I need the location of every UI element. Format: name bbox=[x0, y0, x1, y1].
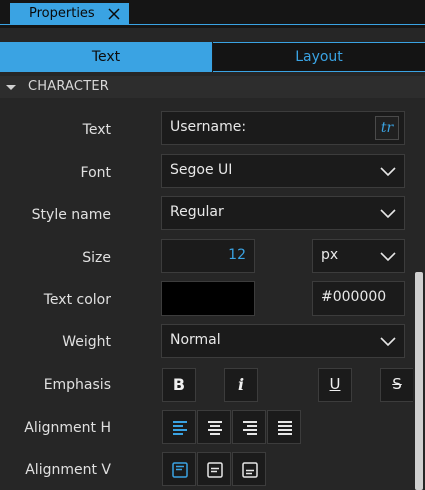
tab-text[interactable]: Text bbox=[0, 42, 212, 72]
strikethrough-glyph: S bbox=[392, 375, 402, 393]
character-section-header[interactable]: CHARACTER bbox=[0, 76, 425, 98]
style-name-label: Style name bbox=[31, 207, 111, 223]
text-label: Text bbox=[82, 122, 111, 138]
align-justify-button[interactable] bbox=[267, 410, 301, 444]
close-icon[interactable] bbox=[107, 7, 121, 21]
valign-middle-button[interactable] bbox=[197, 452, 231, 486]
weight-dropdown[interactable]: Normal bbox=[161, 324, 405, 358]
weight-value: Normal bbox=[170, 332, 221, 348]
properties-panel: Properties Text Layout CHARACTER Text Us… bbox=[0, 0, 425, 490]
style-name-dropdown[interactable]: Regular bbox=[161, 196, 405, 230]
valign-bottom-icon bbox=[242, 462, 258, 478]
font-label: Font bbox=[80, 165, 111, 181]
properties-tab-label: Properties bbox=[29, 6, 95, 21]
bold-button[interactable]: B bbox=[162, 368, 196, 402]
chevron-down-icon bbox=[380, 209, 396, 219]
size-unit-value: px bbox=[321, 247, 339, 263]
chevron-down-icon bbox=[380, 167, 396, 177]
text-value: Username: bbox=[170, 119, 247, 135]
valign-top-button[interactable] bbox=[162, 452, 196, 486]
size-label: Size bbox=[82, 250, 111, 266]
collapse-triangle-icon[interactable] bbox=[6, 85, 16, 90]
align-right-button[interactable] bbox=[232, 410, 266, 444]
valign-middle-icon bbox=[207, 462, 223, 478]
color-hex-input[interactable]: #000000 bbox=[312, 281, 405, 316]
align-justify-icon bbox=[278, 421, 292, 435]
strikethrough-button[interactable]: S bbox=[380, 368, 414, 402]
font-value: Segoe UI bbox=[170, 162, 233, 178]
color-swatch[interactable] bbox=[161, 281, 255, 316]
tab-layout[interactable]: Layout bbox=[213, 42, 425, 72]
underline-button[interactable]: U bbox=[318, 368, 352, 402]
subtab-bar: Text Layout bbox=[0, 42, 425, 72]
chevron-down-icon bbox=[380, 337, 396, 347]
bold-glyph: B bbox=[172, 375, 186, 394]
color-hex-value: #000000 bbox=[321, 289, 387, 305]
alignment-v-label: Alignment V bbox=[25, 462, 111, 478]
scrollbar-thumb[interactable] bbox=[415, 272, 423, 490]
style-name-value: Regular bbox=[170, 204, 224, 220]
underline-glyph: U bbox=[329, 375, 341, 393]
alignment-h-label: Alignment H bbox=[24, 420, 111, 436]
align-center-icon bbox=[208, 421, 222, 435]
properties-tab[interactable]: Properties bbox=[10, 3, 129, 25]
size-unit-dropdown[interactable]: px bbox=[312, 239, 405, 273]
weight-label: Weight bbox=[62, 334, 111, 350]
chevron-down-icon bbox=[380, 252, 396, 262]
size-value: 12 bbox=[228, 247, 246, 263]
italic-button[interactable]: i bbox=[224, 368, 258, 402]
valign-bottom-button[interactable] bbox=[232, 452, 266, 486]
text-field[interactable]: Username: tr bbox=[161, 111, 405, 145]
translate-button[interactable]: tr bbox=[375, 116, 399, 140]
align-left-button[interactable] bbox=[162, 410, 196, 444]
section-title: CHARACTER bbox=[28, 79, 109, 94]
valign-top-icon bbox=[172, 462, 188, 478]
text-color-label: Text color bbox=[43, 292, 111, 308]
emphasis-label: Emphasis bbox=[43, 377, 111, 393]
align-center-button[interactable] bbox=[197, 410, 231, 444]
tabstrip-divider bbox=[0, 24, 425, 25]
panel-tabstrip: Properties bbox=[0, 0, 425, 28]
align-left-icon bbox=[173, 421, 187, 435]
size-input[interactable]: 12 bbox=[161, 239, 255, 273]
align-right-icon bbox=[243, 421, 257, 435]
italic-glyph: i bbox=[237, 375, 245, 394]
font-dropdown[interactable]: Segoe UI bbox=[161, 154, 405, 188]
